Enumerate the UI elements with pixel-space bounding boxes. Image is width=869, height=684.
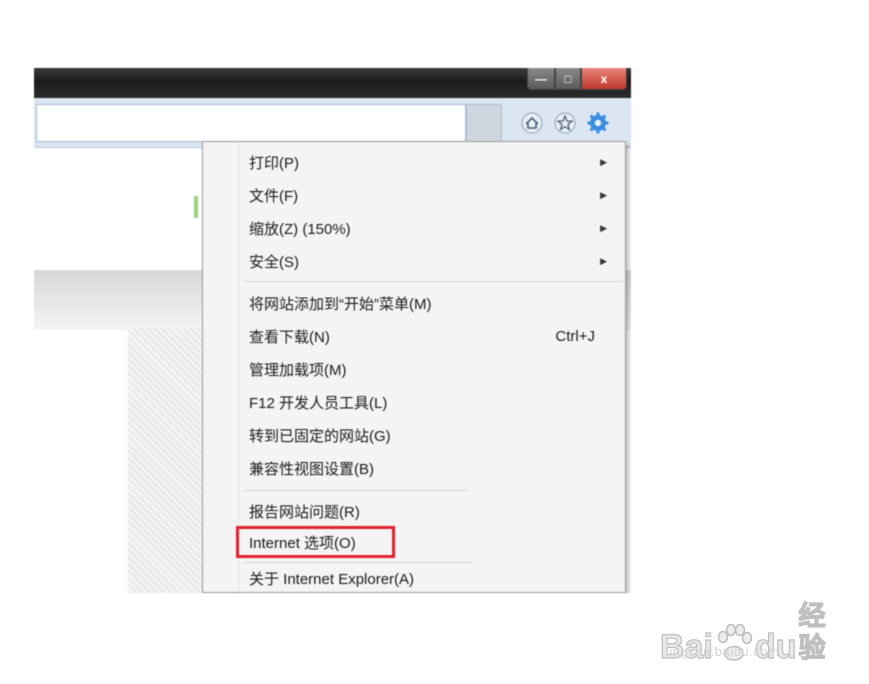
menu-item-compat-view[interactable]: 兼容性视图设置(B) [249,453,374,483]
menu-item-label: 打印(P) [249,154,299,172]
page-accent [194,196,198,218]
maximize-icon: □ [564,71,572,86]
menu-item-label: 转到已固定的网站(G) [249,427,391,445]
close-button[interactable]: x [581,68,627,90]
menu-item-pinned-sites[interactable]: 转到已固定的网站(G) [249,420,391,450]
minimize-button[interactable]: — [527,68,555,90]
menu-item-label: 将网站添加到“开始”菜单(M) [249,295,432,313]
menu-item-f12-tools[interactable]: F12 开发人员工具(L) [249,387,387,417]
watermark-jingyan: 经验 [798,600,826,663]
title-bar: — □ x [34,68,631,98]
highlight-box [236,526,395,558]
submenu-arrow-icon: ▶ [600,255,607,266]
menu-item-add-to-start[interactable]: 将网站添加到“开始”菜单(M) [249,288,431,318]
shortcut-label: Ctrl+J [555,327,595,345]
tools-dropdown-menu: 打印(P) ▶ 文件(F) ▶ 缩放(Z) (150%) ▶ 安全(S) ▶ 将… [202,141,626,593]
menu-item-safety[interactable]: 安全(S) [249,246,299,276]
maximize-button[interactable]: □ [555,68,581,90]
home-icon[interactable] [518,110,546,136]
watermark-url: jingyan.baidu.com [666,644,780,659]
submenu-arrow-icon: ▶ [600,222,607,233]
close-icon: x [600,71,608,86]
ie-screenshot: — □ x 打印(P) ▶ 文件(F) ▶ 缩放(Z) (150%) ▶ 安全(… [34,68,631,593]
favorites-star-icon[interactable] [551,110,579,136]
menu-item-label: 兼容性视图设置(B) [249,460,374,478]
menu-item-label: 文件(F) [249,187,299,205]
menu-separator [243,281,623,282]
page-pattern [128,328,203,593]
menu-item-zoom[interactable]: 缩放(Z) (150%) [249,213,351,243]
window-controls: — □ x [527,68,627,90]
address-go-button[interactable] [466,104,502,142]
menu-separator [243,490,468,491]
minimize-icon: — [535,71,547,86]
menu-item-about-ie[interactable]: 关于 Internet Explorer(A) [249,563,414,593]
menu-item-report-problems[interactable]: 报告网站问题(R) [249,496,360,526]
menu-item-label: 查看下载(N) [249,328,330,346]
tools-gear-icon[interactable] [584,110,612,136]
address-bar-input[interactable] [36,104,466,142]
menu-item-print[interactable]: 打印(P) [249,147,299,177]
submenu-arrow-icon: ▶ [600,189,607,200]
menu-item-label: 安全(S) [249,253,299,271]
baidu-jingyan-watermark: B ai du 经验 jingyan.baidu.com [659,590,830,665]
menu-item-label: 报告网站问题(R) [249,503,360,521]
menu-item-label: 关于 Internet Explorer(A) [249,570,415,588]
command-icons [518,110,612,136]
menu-item-view-downloads[interactable]: 查看下载(N) [249,321,330,351]
menu-item-label: 缩放(Z) (150%) [249,220,351,238]
submenu-arrow-icon: ▶ [600,156,607,167]
menu-item-manage-addons[interactable]: 管理加载项(M) [249,354,347,384]
menu-item-label: F12 开发人员工具(L) [249,394,388,412]
menu-item-label: 管理加载项(M) [249,361,347,379]
menu-item-file[interactable]: 文件(F) [249,180,298,210]
